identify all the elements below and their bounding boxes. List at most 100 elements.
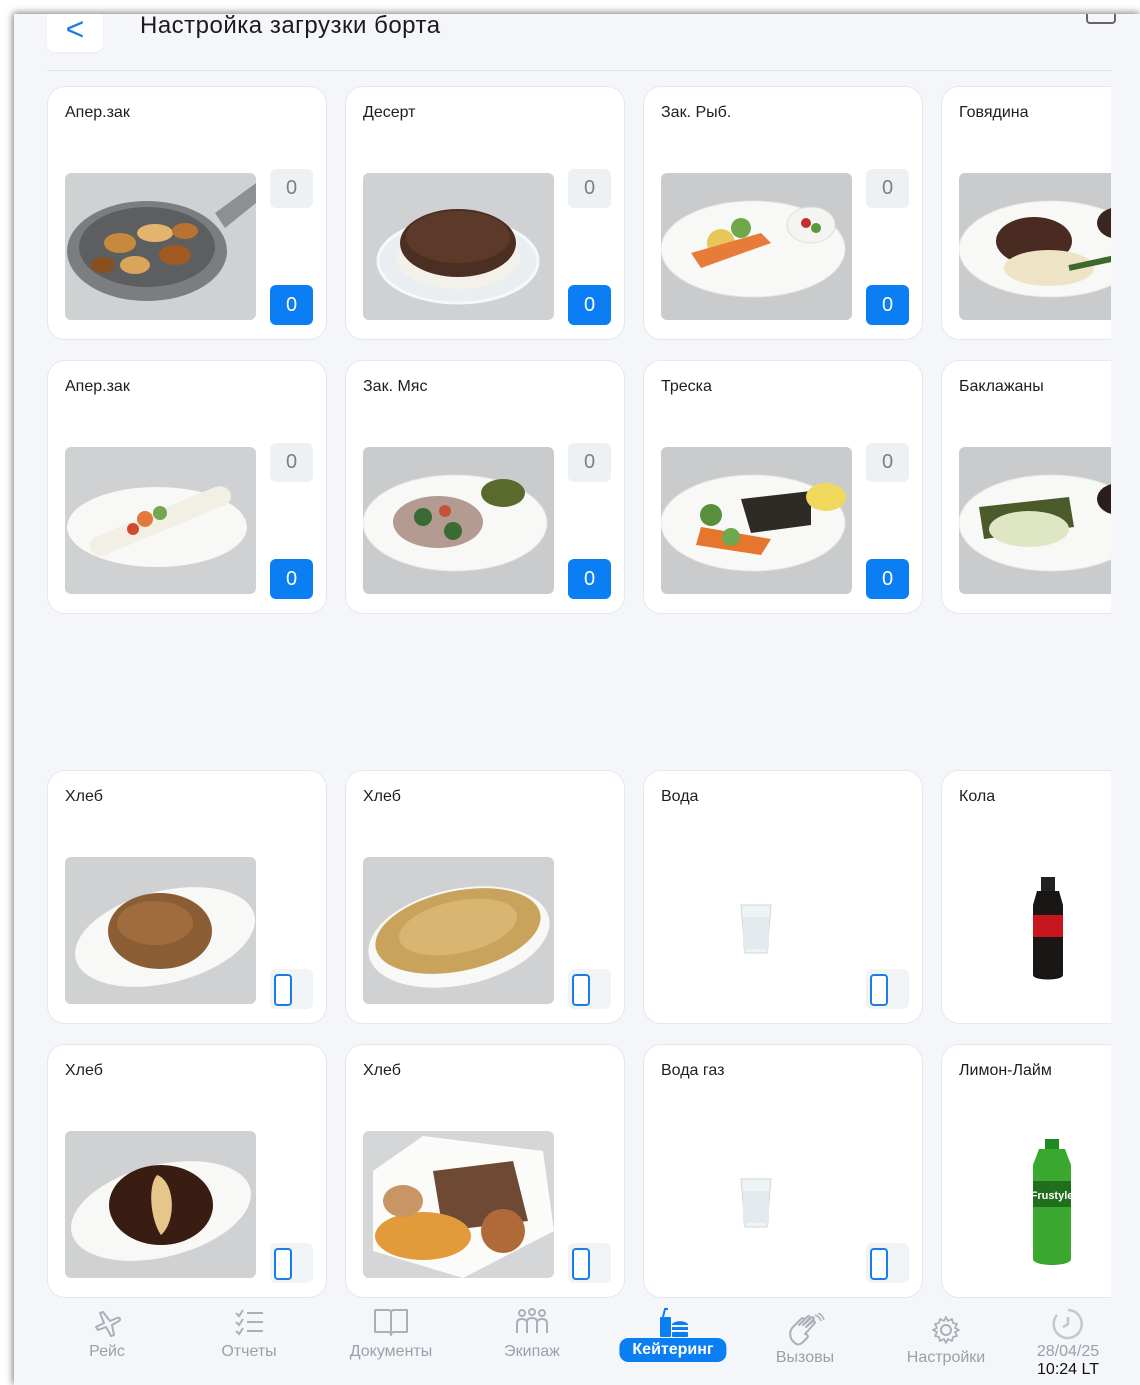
catering-item-card[interactable]: Баклажаны00 (941, 360, 1111, 614)
food-image (959, 447, 1111, 594)
food-image (363, 173, 554, 320)
include-toggle[interactable] (568, 969, 611, 1009)
loaded-count: 0 (866, 169, 909, 208)
catering-item-card[interactable]: Хлеб (345, 1044, 625, 1298)
food-image (959, 173, 1111, 320)
include-toggle[interactable] (270, 1243, 313, 1283)
food-image: Frustyle (959, 1131, 1111, 1278)
card-title: Вода (661, 788, 699, 805)
plane-icon (90, 1307, 124, 1344)
bottom-navigation: Рейс Отчеты Документы Экипаж Кейтеринг В… (14, 1299, 1140, 1385)
include-toggle[interactable] (568, 1243, 611, 1283)
nav-item-calls[interactable]: Вызовы (740, 1299, 870, 1385)
food-image (65, 447, 256, 594)
catering-item-card[interactable]: Зак. Мяс 0 0 (345, 360, 625, 614)
card-title: Баклажаны (959, 378, 1044, 395)
food-image (65, 857, 256, 1004)
nav-label-settings: Настройки (906, 1349, 986, 1366)
catering-item-card[interactable]: Кола (941, 770, 1111, 1024)
water-glass-image (661, 1131, 852, 1278)
app-screen: Апер.зак00Десерт00Зак. Рыб.00Говядина00А… (14, 14, 1140, 1385)
include-toggle[interactable] (866, 969, 909, 1009)
nav-item-documents[interactable]: Документы (326, 1299, 456, 1385)
clock-date: 28/04/25 (1036, 1343, 1100, 1360)
include-toggle[interactable] (866, 1243, 909, 1283)
nav-item-settings[interactable]: Настройки (881, 1299, 1011, 1385)
include-toggle[interactable] (270, 969, 313, 1009)
lemon-lime-image: Frustyle (959, 1131, 1111, 1278)
clock-icon (1051, 1307, 1085, 1346)
nav-label-calls: Вызовы (775, 1349, 835, 1366)
card-title: Хлеб (65, 1062, 103, 1079)
card-title: Кола (959, 788, 996, 805)
loaded-count: 0 (270, 443, 313, 482)
catering-item-card[interactable]: Говядина00 (941, 86, 1111, 340)
quantity-button[interactable]: 0 (270, 285, 313, 325)
loaded-count: 0 (568, 169, 611, 208)
catering-item-card[interactable]: Зак. Рыб. 0 0 (643, 86, 923, 340)
catering-item-card[interactable]: Десерт 0 0 (345, 86, 625, 340)
catering-item-card[interactable]: Лимон-Лайм Frustyle (941, 1044, 1111, 1298)
food-image (363, 447, 554, 594)
quantity-button[interactable]: 0 (568, 559, 611, 599)
quantity-button[interactable]: 0 (270, 559, 313, 599)
checklist-icon (233, 1307, 265, 1342)
nav-item-clock: 28/04/25 10:24 LT (1003, 1299, 1133, 1385)
book-icon (373, 1307, 409, 1342)
quantity-button[interactable]: 0 (866, 285, 909, 325)
card-title: Лимон-Лайм (959, 1062, 1052, 1079)
catering-item-card[interactable]: Апер.зак 0 0 (47, 360, 327, 614)
menu-icon[interactable] (1086, 14, 1116, 24)
back-button[interactable]: < (47, 14, 103, 52)
food-image (363, 857, 554, 1004)
gear-icon (931, 1315, 961, 1350)
card-title: Вода газ (661, 1062, 725, 1079)
card-title: Треска (661, 378, 712, 395)
catering-item-card[interactable]: Хлеб (47, 770, 327, 1024)
card-title: Хлеб (363, 788, 401, 805)
catering-item-card[interactable]: Хлеб (345, 770, 625, 1024)
card-title: Зак. Мяс (363, 378, 428, 395)
food-image (65, 1131, 256, 1278)
crew-icon (514, 1307, 550, 1342)
food-image (363, 1131, 554, 1278)
food-image (65, 173, 256, 320)
nav-item-flight[interactable]: Рейс (42, 1299, 172, 1385)
catering-item-card[interactable]: Вода (643, 770, 923, 1024)
page-title: Настройка загрузки борта (140, 14, 441, 39)
clock-time: 10:24 LT (1037, 1361, 1099, 1378)
quantity-button[interactable]: 0 (568, 285, 611, 325)
nav-label-documents: Документы (349, 1343, 433, 1360)
hand-wave-icon (785, 1312, 825, 1352)
card-title: Зак. Рыб. (661, 104, 732, 121)
toggle-knob (572, 1248, 590, 1280)
catering-grid: Апер.зак00Десерт00Зак. Рыб.00Говядина00А… (47, 14, 1111, 1299)
catering-item-card[interactable]: Хлеб (47, 1044, 327, 1298)
card-title: Апер.зак (65, 104, 130, 121)
nav-label-crew: Экипаж (504, 1343, 560, 1360)
nav-label-reports: Отчеты (221, 1343, 277, 1360)
catering-item-card[interactable]: Вода газ (643, 1044, 923, 1298)
cola-image (959, 857, 1111, 1004)
catering-item-card[interactable]: Треска 0 0 (643, 360, 923, 614)
card-title: Десерт (363, 104, 416, 121)
toggle-knob (274, 974, 292, 1006)
nav-label-flight: Рейс (89, 1343, 125, 1360)
nav-item-reports[interactable]: Отчеты (184, 1299, 314, 1385)
header-divider (47, 70, 1111, 71)
toggle-knob (572, 974, 590, 1006)
nav-item-catering[interactable]: Кейтеринг (608, 1299, 738, 1385)
card-title: Хлеб (65, 788, 103, 805)
loaded-count: 0 (270, 169, 313, 208)
food-image (661, 447, 852, 594)
quantity-button[interactable]: 0 (866, 559, 909, 599)
loaded-count: 0 (568, 443, 611, 482)
catering-item-card[interactable]: Апер.зак 0 0 (47, 86, 327, 340)
svg-text:Frustyle: Frustyle (1031, 1190, 1074, 1202)
water-glass-image (661, 857, 852, 1004)
card-title: Апер.зак (65, 378, 130, 395)
nav-item-crew[interactable]: Экипаж (467, 1299, 597, 1385)
food-image (959, 857, 1111, 1004)
food-image (661, 173, 852, 320)
card-title: Говядина (959, 104, 1029, 121)
